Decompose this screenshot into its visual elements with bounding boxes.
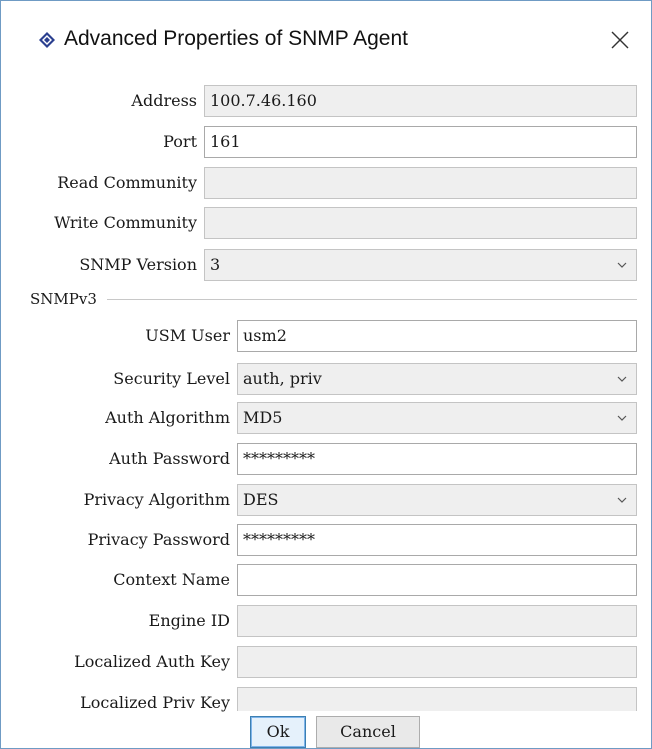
snmp-version-select[interactable]: 3 bbox=[204, 249, 637, 281]
privacy-algorithm-label: Privacy Algorithm bbox=[83, 490, 230, 509]
localized-priv-key-field bbox=[237, 687, 637, 711]
privacy-password-label: Privacy Password bbox=[87, 530, 230, 549]
read-community-field bbox=[204, 167, 637, 199]
context-name-field[interactable] bbox=[237, 564, 637, 596]
read-community-label: Read Community bbox=[57, 173, 197, 192]
localized-priv-key-label: Localized Priv Key bbox=[80, 693, 230, 712]
engine-id-label: Engine ID bbox=[148, 611, 230, 630]
title-bar: Advanced Properties of SNMP Agent bbox=[1, 1, 651, 75]
localized-auth-key-field bbox=[237, 646, 637, 678]
dialog-content: Address 100.7.46.160 Port 161 Read Commu… bbox=[1, 75, 651, 748]
snmp-version-value: 3 bbox=[210, 255, 221, 274]
auth-password-field[interactable]: ********* bbox=[237, 443, 637, 475]
ok-button[interactable]: Ok bbox=[250, 716, 306, 748]
snmpv3-section-title: SNMPv3 bbox=[30, 290, 97, 308]
port-label: Port bbox=[163, 132, 197, 151]
port-field[interactable]: 161 bbox=[204, 126, 637, 158]
usm-user-label: USM User bbox=[145, 326, 230, 345]
address-label: Address bbox=[131, 91, 197, 110]
chevron-down-icon bbox=[617, 415, 627, 421]
address-field: 100.7.46.160 bbox=[204, 85, 637, 117]
chevron-down-icon bbox=[617, 262, 627, 268]
privacy-algorithm-value: DES bbox=[243, 490, 279, 509]
snmp-version-label: SNMP Version bbox=[79, 255, 197, 274]
privacy-algorithm-select[interactable]: DES bbox=[237, 484, 637, 516]
dialog-title: Advanced Properties of SNMP Agent bbox=[64, 27, 408, 50]
chevron-down-icon bbox=[617, 497, 627, 503]
auth-algorithm-value: MD5 bbox=[243, 408, 283, 427]
auth-algorithm-select[interactable]: MD5 bbox=[237, 402, 637, 434]
chevron-down-icon bbox=[617, 376, 627, 382]
cancel-button[interactable]: Cancel bbox=[316, 716, 420, 748]
engine-id-field bbox=[237, 605, 637, 637]
section-divider bbox=[107, 299, 637, 300]
write-community-field bbox=[204, 207, 637, 239]
context-name-label: Context Name bbox=[113, 570, 230, 589]
auth-password-label: Auth Password bbox=[109, 449, 230, 468]
close-icon bbox=[611, 31, 629, 49]
privacy-password-field[interactable]: ********* bbox=[237, 524, 637, 556]
write-community-label: Write Community bbox=[54, 213, 197, 232]
dialog-window: Advanced Properties of SNMP Agent Addres… bbox=[0, 0, 652, 749]
security-level-value: auth, priv bbox=[243, 369, 322, 388]
localized-auth-key-label: Localized Auth Key bbox=[74, 652, 230, 671]
security-level-select[interactable]: auth, priv bbox=[237, 363, 637, 395]
diamond-icon bbox=[39, 32, 55, 48]
security-level-label: Security Level bbox=[113, 369, 230, 388]
usm-user-field[interactable]: usm2 bbox=[237, 320, 637, 352]
auth-algorithm-label: Auth Algorithm bbox=[105, 408, 230, 427]
close-button[interactable] bbox=[605, 25, 635, 55]
